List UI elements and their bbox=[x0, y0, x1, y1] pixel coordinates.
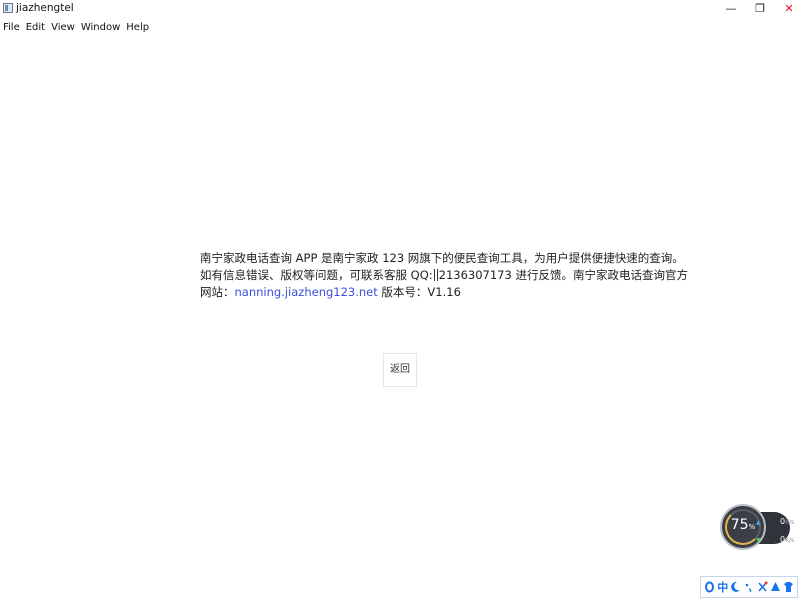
website-link[interactable]: nanning.jiazheng123.net bbox=[235, 285, 378, 299]
about-line-2: 如有信息错误、版权等问题，可联系客服 QQ: 2136307173 进行反馈。南宁… bbox=[200, 267, 688, 284]
shirt-icon[interactable] bbox=[783, 580, 794, 594]
ime-mode-label[interactable]: 中 bbox=[717, 580, 728, 594]
app-icon bbox=[3, 3, 13, 13]
about-line-2-end: 2136307173 进行反馈。南宁家政电话查询官方 bbox=[438, 268, 688, 282]
skin-icon[interactable] bbox=[770, 580, 781, 594]
upload-arrow-icon: ▲ bbox=[756, 519, 761, 526]
website-prefix: 网站： bbox=[200, 285, 235, 299]
title-bar: jiazhengtel — ❐ ✕ bbox=[0, 0, 800, 18]
menu-window[interactable]: Window bbox=[78, 20, 123, 36]
menu-file[interactable]: File bbox=[0, 20, 23, 36]
menu-help[interactable]: Help bbox=[123, 20, 152, 36]
download-speed: ▼ 0K/s bbox=[756, 535, 794, 544]
tools-icon[interactable] bbox=[757, 580, 768, 594]
speed-widget[interactable]: 75% ▲ 0K/s ▼ 0K/s bbox=[720, 504, 794, 552]
about-line-2-start: 如有信息错误、版权等问题，可联系客服 QQ: bbox=[200, 268, 433, 282]
upload-speed: ▲ 0K/s bbox=[756, 517, 794, 526]
minimize-button[interactable]: — bbox=[716, 0, 746, 18]
back-button[interactable]: 返回 bbox=[383, 353, 417, 387]
window-title: jiazhengtel bbox=[16, 2, 74, 14]
close-button[interactable]: ✕ bbox=[774, 0, 800, 18]
about-text: 南宁家政电话查询 APP 是南宁家政 123 网旗下的便民查询工具，为用户提供便… bbox=[200, 250, 688, 301]
text-cursor-icon bbox=[433, 269, 438, 281]
memory-percent-value: 75 bbox=[730, 517, 749, 533]
version-text: 版本号：V1.16 bbox=[377, 285, 461, 299]
moon-icon[interactable] bbox=[730, 580, 741, 594]
punctuation-icon[interactable] bbox=[743, 580, 754, 594]
menu-edit[interactable]: Edit bbox=[23, 20, 48, 36]
memory-percent-unit: % bbox=[748, 523, 756, 531]
download-arrow-icon: ▼ bbox=[756, 537, 761, 544]
menu-view[interactable]: View bbox=[48, 20, 78, 36]
ime-toolbar: 中 bbox=[700, 576, 798, 598]
about-line-1: 南宁家政电话查询 APP 是南宁家政 123 网旗下的便民查询工具，为用户提供便… bbox=[200, 251, 684, 265]
upload-unit: K/s bbox=[785, 519, 795, 526]
restore-button[interactable]: ❐ bbox=[745, 0, 775, 18]
about-line-3: 网站：nanning.jiazheng123.net 版本号：V1.16 bbox=[200, 284, 610, 301]
download-unit: K/s bbox=[785, 537, 795, 544]
ime-logo-icon[interactable] bbox=[704, 580, 715, 594]
menu-bar: File Edit View Window Help bbox=[0, 20, 152, 36]
